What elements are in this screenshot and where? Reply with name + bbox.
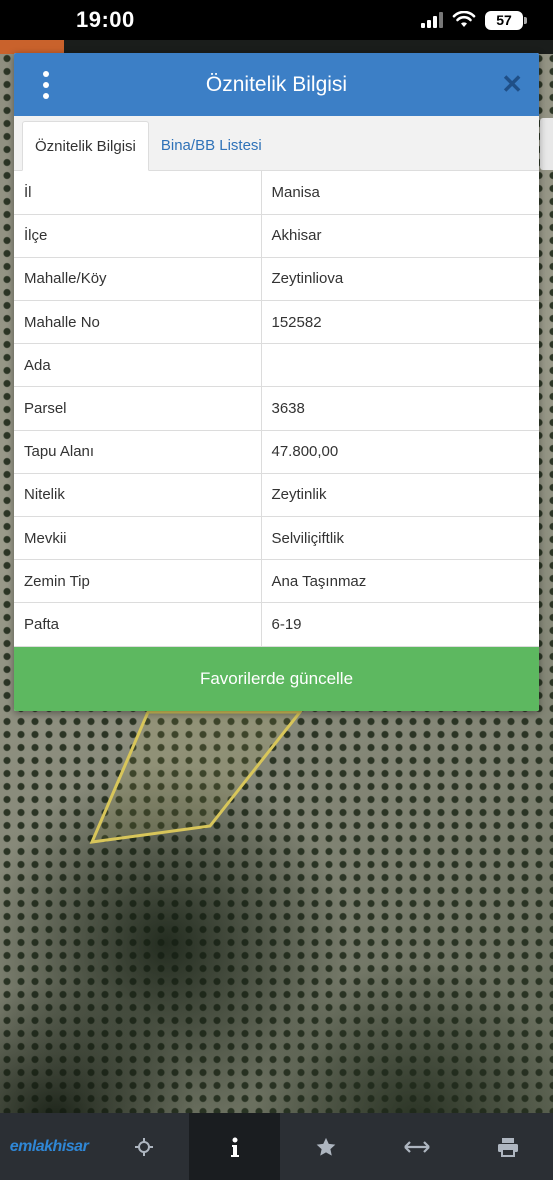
info-button[interactable] xyxy=(189,1113,280,1180)
table-row: Tapu Alanı 47.800,00 xyxy=(14,430,539,474)
table-row: Parsel 3638 xyxy=(14,386,539,431)
favorites-button[interactable] xyxy=(280,1113,371,1180)
row-value: Manisa xyxy=(261,171,539,215)
update-favorites-button[interactable]: Favorilerde güncelle xyxy=(14,647,539,711)
table-row: Ada xyxy=(14,343,539,388)
row-key: Mahalle/Köy xyxy=(14,257,262,302)
tab-attributes[interactable]: Öznitelik Bilgisi xyxy=(22,121,149,171)
table-row: Mahalle No 152582 xyxy=(14,300,539,345)
table-row: Mahalle/Köy Zeytinliova xyxy=(14,257,539,302)
measure-icon xyxy=(403,1140,430,1153)
attribute-dialog: Öznitelik Bilgisi ✕ Öznitelik Bilgisi Bi… xyxy=(14,53,539,711)
battery-icon: 57 xyxy=(485,10,527,30)
row-value: 47.800,00 xyxy=(261,430,539,474)
row-key: Tapu Alanı xyxy=(14,430,262,474)
row-value: 3638 xyxy=(261,386,539,431)
table-row: İlçe Akhisar xyxy=(14,214,539,258)
measure-button[interactable] xyxy=(371,1113,462,1180)
print-button[interactable] xyxy=(462,1113,553,1180)
row-key: Parsel xyxy=(14,386,262,431)
row-value: 6-19 xyxy=(261,602,539,647)
row-value xyxy=(261,343,539,388)
close-icon[interactable]: ✕ xyxy=(501,67,523,101)
row-key: Ada xyxy=(14,343,262,388)
signal-icon xyxy=(421,12,443,28)
row-value: Zeytinliova xyxy=(261,257,539,302)
row-key: Pafta xyxy=(14,602,262,647)
logo-text: emlakhisar xyxy=(9,1137,89,1155)
tab-bar: Öznitelik Bilgisi Bina/BB Listesi xyxy=(14,116,539,171)
kebab-menu-icon[interactable] xyxy=(34,71,58,99)
row-key: Zemin Tip xyxy=(14,559,262,604)
row-value: Zeytinlik xyxy=(261,473,539,518)
row-value: Akhisar xyxy=(261,214,539,258)
table-row: Zemin Tip Ana Taşınmaz xyxy=(14,559,539,604)
row-value: Selviliçiftlik xyxy=(261,516,539,561)
tab-building-list[interactable]: Bina/BB Listesi xyxy=(149,120,274,170)
table-row: İl Manisa xyxy=(14,171,539,215)
row-key: İl xyxy=(14,171,262,215)
row-value: 152582 xyxy=(261,300,539,345)
table-row: Nitelik Zeytinlik xyxy=(14,473,539,518)
table-row: Mevkii Selviliçiftlik xyxy=(14,516,539,561)
info-icon xyxy=(230,1137,239,1157)
row-key: Nitelik xyxy=(14,473,262,518)
print-icon xyxy=(497,1137,518,1157)
row-key: Mevkii xyxy=(14,516,262,561)
bottom-toolbar: emlakhisar xyxy=(0,1113,553,1180)
dialog-header: Öznitelik Bilgisi ✕ xyxy=(14,53,539,116)
status-bar: 19:00 57 xyxy=(0,0,553,40)
locate-button[interactable] xyxy=(98,1113,189,1180)
row-key: İlçe xyxy=(14,214,262,258)
wifi-icon xyxy=(452,11,476,27)
locate-icon xyxy=(134,1137,153,1156)
map-side-handle[interactable] xyxy=(540,118,553,170)
dialog-title: Öznitelik Bilgisi xyxy=(205,72,348,96)
battery-level: 57 xyxy=(496,12,512,28)
star-icon xyxy=(316,1137,335,1156)
app-logo[interactable]: emlakhisar xyxy=(0,1113,98,1180)
status-icons: 57 xyxy=(421,10,527,30)
top-strip xyxy=(64,40,553,54)
attribute-table: İl Manisa İlçe Akhisar Mahalle/Köy Zeytinli… xyxy=(14,171,539,647)
row-key: Mahalle No xyxy=(14,300,262,345)
header-accent-strip xyxy=(0,40,64,54)
table-row: Pafta 6-19 xyxy=(14,602,539,647)
status-time: 19:00 xyxy=(76,7,135,32)
row-value: Ana Taşınmaz xyxy=(261,559,539,604)
